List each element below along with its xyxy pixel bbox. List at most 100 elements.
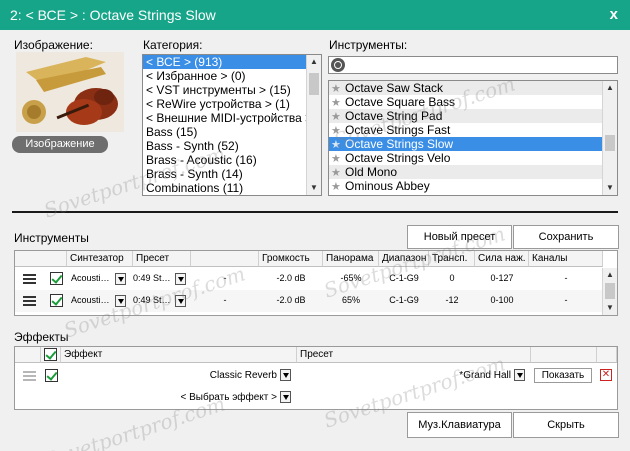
table-row[interactable]: Acousti… 0:49 St… - -2.0 dB 65% C-1-G9 -… xyxy=(15,290,603,312)
pan-cell[interactable]: 65% xyxy=(323,295,379,305)
category-item[interactable]: Bass - Synth (52) xyxy=(143,139,321,153)
scroll-down-icon[interactable]: ▼ xyxy=(307,181,321,195)
effects-all-checkbox[interactable] xyxy=(44,348,57,361)
range-cell[interactable]: C-1-G9 xyxy=(379,295,429,305)
instrument-search-input[interactable] xyxy=(328,56,618,74)
category-scrollbar[interactable]: ▲ ▼ xyxy=(306,55,321,195)
instrument-item[interactable]: ★ Octave Strings Slow xyxy=(329,137,617,151)
channels-cell[interactable]: - xyxy=(529,273,603,283)
track-enabled-checkbox[interactable] xyxy=(50,294,63,307)
instrument-name: Ominous Abbey xyxy=(345,179,430,193)
image-button[interactable]: Изображение xyxy=(12,136,108,153)
volume-cell[interactable]: -2.0 dB xyxy=(259,273,323,283)
category-item[interactable]: < ВСЕ > (913) xyxy=(143,55,321,69)
scroll-up-icon[interactable]: ▲ xyxy=(603,81,617,95)
scroll-up-icon[interactable]: ▲ xyxy=(307,55,321,69)
category-item[interactable]: Brass - Synth (14) xyxy=(143,167,321,181)
range-cell[interactable]: C-1-G9 xyxy=(379,273,429,283)
music-keyboard-button[interactable]: Муз.Клавиатура xyxy=(407,412,512,438)
hide-button[interactable]: Скрыть xyxy=(513,412,619,438)
table-row[interactable]: Classic Reverb *Grand Hall Показать ✕ xyxy=(15,365,617,387)
effect-enabled-checkbox[interactable] xyxy=(45,369,58,382)
transpose-cell[interactable]: -12 xyxy=(429,295,475,305)
remove-effect-icon[interactable]: ✕ xyxy=(600,369,612,381)
drag-handle-icon[interactable] xyxy=(23,274,36,284)
table-row[interactable]: Acousti… 0:49 St… - -2.0 dB -65% C-1-G9 … xyxy=(15,268,603,290)
instrument-item[interactable]: ★ Octave Strings Velo xyxy=(329,151,617,165)
category-item[interactable]: < ReWire устройства > (1) xyxy=(143,97,321,111)
instrument-item[interactable]: ★ Octave Square Bass xyxy=(329,95,617,109)
instrument-item[interactable]: ★ Octave String Pad xyxy=(329,109,617,123)
scroll-thumb[interactable] xyxy=(309,73,319,95)
category-list[interactable]: < ВСЕ > (913) < Избранное > (0) < VST инст… xyxy=(142,54,322,196)
favorite-star-icon[interactable]: ★ xyxy=(331,110,345,124)
instruments-list-label: Инструменты: xyxy=(329,38,408,52)
choose-effect-dropdown-icon[interactable] xyxy=(280,391,291,403)
new-preset-button[interactable]: Новый пресет xyxy=(407,225,512,249)
instrument-list[interactable]: ★ Octave Saw Stack ★ Octave Square Bass ★ Oct… xyxy=(328,80,618,196)
favorite-star-icon[interactable]: ★ xyxy=(331,82,345,96)
scroll-up-icon[interactable]: ▲ xyxy=(603,268,617,282)
instrument-name: Octave Strings Velo xyxy=(345,151,451,165)
instrument-item[interactable]: ★ Ominous Abbey xyxy=(329,179,617,193)
scroll-down-icon[interactable]: ▼ xyxy=(603,181,617,195)
column-header-transpose: Трансп. xyxy=(429,251,475,267)
scroll-thumb[interactable] xyxy=(605,135,615,151)
effect-name-cell: Classic Reverb xyxy=(209,370,277,381)
category-item[interactable]: < VST инструменты > (15) xyxy=(143,83,321,97)
favorite-star-icon[interactable]: ★ xyxy=(331,166,345,180)
synth-dropdown-icon[interactable] xyxy=(115,273,126,285)
velocity-cell[interactable]: 0-127 xyxy=(475,273,529,283)
column-header-preset: Пресет xyxy=(133,251,191,267)
show-effect-button[interactable]: Показать xyxy=(534,368,592,383)
instrument-item[interactable]: ★ Octave Saw Stack xyxy=(329,81,617,95)
column-header-channels: Каналы xyxy=(529,251,603,267)
column-header-synth: Синтезатор xyxy=(67,251,133,267)
column-header-blank4 xyxy=(597,347,617,363)
close-icon[interactable]: x xyxy=(610,6,618,23)
pan-cell[interactable]: -65% xyxy=(323,273,379,283)
table-row[interactable]: < Выбрать эффект > xyxy=(15,387,617,407)
velocity-cell[interactable]: 0-100 xyxy=(475,295,529,305)
synth-dropdown-icon[interactable] xyxy=(115,295,126,307)
violin-trumpet-image xyxy=(16,52,124,132)
preset-dropdown-icon[interactable] xyxy=(175,295,186,307)
dash-cell: - xyxy=(223,273,227,283)
column-header-blank xyxy=(15,347,41,363)
instrument-name: Octave Square Bass xyxy=(345,95,456,109)
category-item[interactable]: Bass (15) xyxy=(143,125,321,139)
transpose-cell[interactable]: 0 xyxy=(429,273,475,283)
column-header-pan: Панорама xyxy=(323,251,379,267)
favorite-star-icon[interactable]: ★ xyxy=(331,124,345,138)
drag-handle-icon[interactable] xyxy=(23,296,36,306)
category-item[interactable]: < Избранное > (0) xyxy=(143,69,321,83)
instrument-item[interactable]: ★ Octave Strings Fast xyxy=(329,123,617,137)
search-icon xyxy=(331,58,345,72)
favorite-star-icon[interactable]: ★ xyxy=(331,138,345,152)
drag-handle-icon[interactable] xyxy=(23,371,36,381)
category-item[interactable]: < Внешние MIDI-устройства > xyxy=(143,111,321,125)
column-header-effect: Эффект xyxy=(61,347,297,363)
tracks-scrollbar[interactable]: ▲ ▼ xyxy=(602,268,617,315)
effect-dropdown-icon[interactable] xyxy=(280,369,291,381)
instrument-tracks-table: Синтезатор Пресет Громкость Панорама Диа… xyxy=(14,250,618,316)
category-item[interactable]: Brass - Acoustic (16) xyxy=(143,153,321,167)
favorite-star-icon[interactable]: ★ xyxy=(331,180,345,194)
synth-cell: Acousti… xyxy=(71,295,110,305)
instrument-name: Octave Strings Slow xyxy=(345,137,454,151)
favorite-star-icon[interactable]: ★ xyxy=(331,96,345,110)
instrument-item[interactable]: ★ Old Mono xyxy=(329,165,617,179)
preset-dropdown-icon[interactable] xyxy=(175,273,186,285)
volume-cell[interactable]: -2.0 dB xyxy=(259,295,323,305)
scroll-thumb[interactable] xyxy=(605,283,615,299)
category-item[interactable]: Combinations (11) xyxy=(143,181,321,195)
track-enabled-checkbox[interactable] xyxy=(50,272,63,285)
channels-cell[interactable]: - xyxy=(529,295,603,305)
effect-preset-dropdown-icon[interactable] xyxy=(514,369,525,381)
scroll-down-icon[interactable]: ▼ xyxy=(603,301,617,315)
title-bar: 2: < ВСЕ > : Octave Strings Slow x xyxy=(0,0,630,30)
dash-cell: - xyxy=(223,295,227,305)
instrument-scrollbar[interactable]: ▲ ▼ xyxy=(602,81,617,195)
favorite-star-icon[interactable]: ★ xyxy=(331,152,345,166)
save-button[interactable]: Сохранить xyxy=(513,225,619,249)
